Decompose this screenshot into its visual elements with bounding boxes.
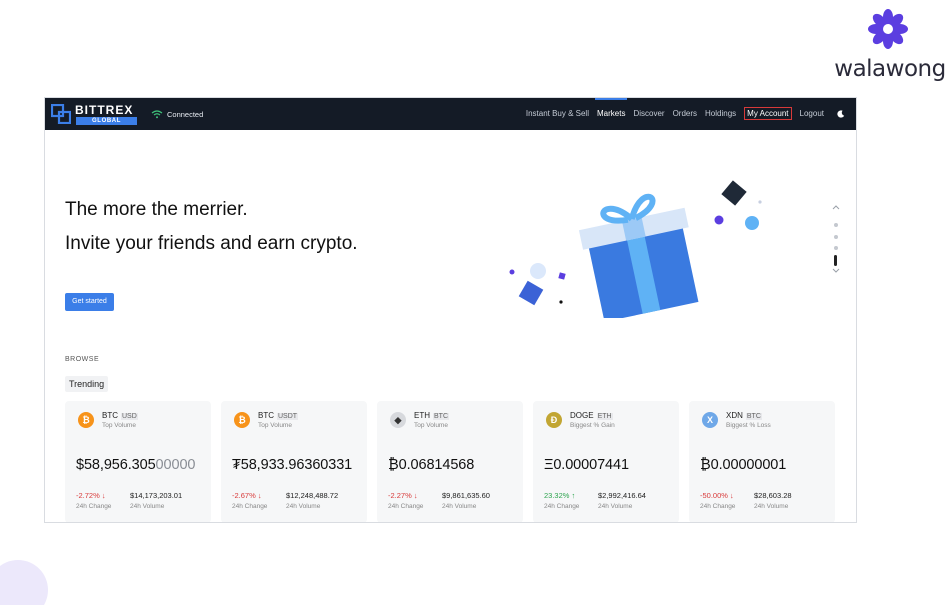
chevron-up-icon[interactable] (831, 204, 841, 210)
market-tag: Biggest % Loss (726, 422, 771, 429)
carousel-dot-active[interactable] (834, 255, 837, 266)
market-price: ₿0.00000001 (700, 457, 786, 473)
hero-title: The more the merrier. (65, 199, 248, 220)
pair-quote: USDT (277, 413, 299, 420)
volume-label: 24h Volume (754, 503, 789, 510)
market-card[interactable]: ◆ ETH BTC Top Volume ₿0.06814568 -2.27% ↓ $9,8… (377, 401, 523, 522)
top-navbar: BITTREX GLOBAL Connected Instant Buy & S… (45, 98, 856, 130)
market-pair: DOGE ETH (570, 411, 613, 420)
wifi-icon (151, 109, 163, 118)
pair-base: XDN (726, 411, 743, 420)
change-label: 24h Change (76, 503, 112, 510)
market-price: ₿0.06814568 (388, 457, 474, 473)
pair-base: BTC (102, 411, 118, 420)
ethereum-icon: ◆ (390, 412, 406, 428)
change-label: 24h Change (700, 503, 736, 510)
hero-subtitle: Invite your friends and earn crypto. (65, 233, 358, 254)
volume-label: 24h Volume (598, 503, 633, 510)
logo-tag: GLOBAL (76, 117, 137, 125)
carousel-dot[interactable] (834, 246, 838, 250)
carousel-dot[interactable] (834, 235, 838, 239)
carousel-dot[interactable] (834, 223, 838, 227)
market-card[interactable]: ₿ BTC USD Top Volume $58,956.30500000 -2.72% … (65, 401, 211, 522)
market-cards: ₿ BTC USD Top Volume $58,956.30500000 -2.72% … (65, 401, 837, 522)
market-pair: XDN BTC (726, 411, 762, 420)
dark-mode-toggle[interactable] (834, 98, 848, 130)
volume-label: 24h Volume (286, 503, 321, 510)
digitalnote-icon: X (702, 412, 718, 428)
change-24h: -50.00% ↓ (700, 491, 734, 500)
flower-logo-icon (868, 9, 908, 49)
nav-my-account-label: My Account (744, 107, 792, 120)
volume-24h: $28,603.28 (754, 491, 792, 500)
market-card[interactable]: Ð DOGE ETH Biggest % Gain Ξ0.00007441 23.32% … (533, 401, 679, 522)
price-main: ₮58,933.96360331 (232, 457, 353, 473)
chevron-down-icon[interactable] (831, 268, 841, 274)
moon-icon (837, 110, 845, 118)
market-card[interactable]: ₿ BTC USDT Top Volume ₮58,933.96360331 -2.67%… (221, 401, 367, 522)
market-tag: Top Volume (414, 422, 448, 429)
market-tag: Top Volume (258, 422, 292, 429)
market-pair: BTC USD (102, 411, 138, 420)
bitcoin-icon: ₿ (78, 412, 94, 428)
price-main: Ξ0.00007441 (544, 457, 629, 473)
market-tag: Biggest % Gain (570, 422, 615, 429)
volume-24h: $9,861,635.60 (442, 491, 490, 500)
app-window: BITTREX GLOBAL Connected Instant Buy & S… (44, 97, 857, 523)
connection-status: Connected (151, 108, 203, 120)
pair-quote: ETH (596, 413, 613, 420)
tab-trending[interactable]: Trending (65, 376, 109, 392)
get-started-button[interactable]: Get started (65, 293, 114, 311)
gift-illustration (509, 180, 762, 318)
change-24h: -2.72% ↓ (76, 491, 106, 500)
market-price: ₮58,933.96360331 (232, 457, 352, 473)
volume-24h: $12,248,488.72 (286, 491, 339, 500)
pair-quote: USD (121, 413, 138, 420)
change-24h: -2.27% ↓ (388, 491, 418, 500)
nav-orders[interactable]: Orders (669, 98, 701, 130)
market-price: $58,956.30500000 (76, 457, 195, 473)
volume-label: 24h Volume (130, 503, 165, 510)
pair-base: BTC (258, 411, 274, 420)
pair-quote: BTC (433, 413, 449, 420)
change-24h: -2.67% ↓ (232, 491, 262, 500)
market-pair: BTC USDT (258, 411, 299, 420)
browse-heading: BROWSE (65, 356, 100, 363)
carousel-pagination[interactable] (831, 204, 841, 284)
volume-24h: $14,173,203.01 (130, 491, 183, 500)
pair-quote: BTC (745, 413, 762, 420)
market-pair: ETH BTC (414, 411, 449, 420)
main-nav: Instant Buy & Sell Markets Discover Orde… (522, 98, 848, 130)
bittrex-mark-icon (51, 104, 71, 124)
decorative-bubble (0, 560, 48, 605)
nav-logout[interactable]: Logout (796, 98, 828, 130)
watermark-brand-text: walawong (834, 56, 946, 82)
pair-base: DOGE (570, 411, 594, 420)
nav-holdings[interactable]: Holdings (701, 98, 740, 130)
pair-base: ETH (414, 411, 430, 420)
market-tag: Top Volume (102, 422, 136, 429)
connection-label: Connected (167, 109, 204, 119)
price-main: ₿0.06814568 (388, 457, 475, 473)
dogecoin-icon: Ð (546, 412, 562, 428)
bittrex-logo[interactable]: BITTREX GLOBAL (51, 102, 141, 126)
market-price: Ξ0.00007441 (544, 457, 629, 473)
change-24h: 23.32% ↑ (544, 491, 576, 500)
price-main: $58,956.305 (76, 457, 156, 473)
price-dim: 00000 (155, 457, 196, 473)
volume-label: 24h Volume (442, 503, 477, 510)
nav-discover[interactable]: Discover (629, 98, 668, 130)
volume-24h: $2,992,416.64 (598, 491, 646, 500)
nav-my-account[interactable]: My Account (740, 98, 795, 130)
walawong-watermark: walawong (830, 4, 946, 84)
change-label: 24h Change (232, 503, 268, 510)
market-card[interactable]: X XDN BTC Biggest % Loss ₿0.00000001 -50.00% … (689, 401, 835, 522)
logo-name: BITTREX (75, 103, 134, 117)
change-label: 24h Change (388, 503, 424, 510)
change-label: 24h Change (544, 503, 580, 510)
nav-markets[interactable]: Markets (593, 98, 629, 130)
price-main: ₿0.00000001 (700, 457, 787, 473)
bitcoin-icon: ₿ (234, 412, 250, 428)
nav-instant-buy-sell[interactable]: Instant Buy & Sell (522, 98, 593, 130)
